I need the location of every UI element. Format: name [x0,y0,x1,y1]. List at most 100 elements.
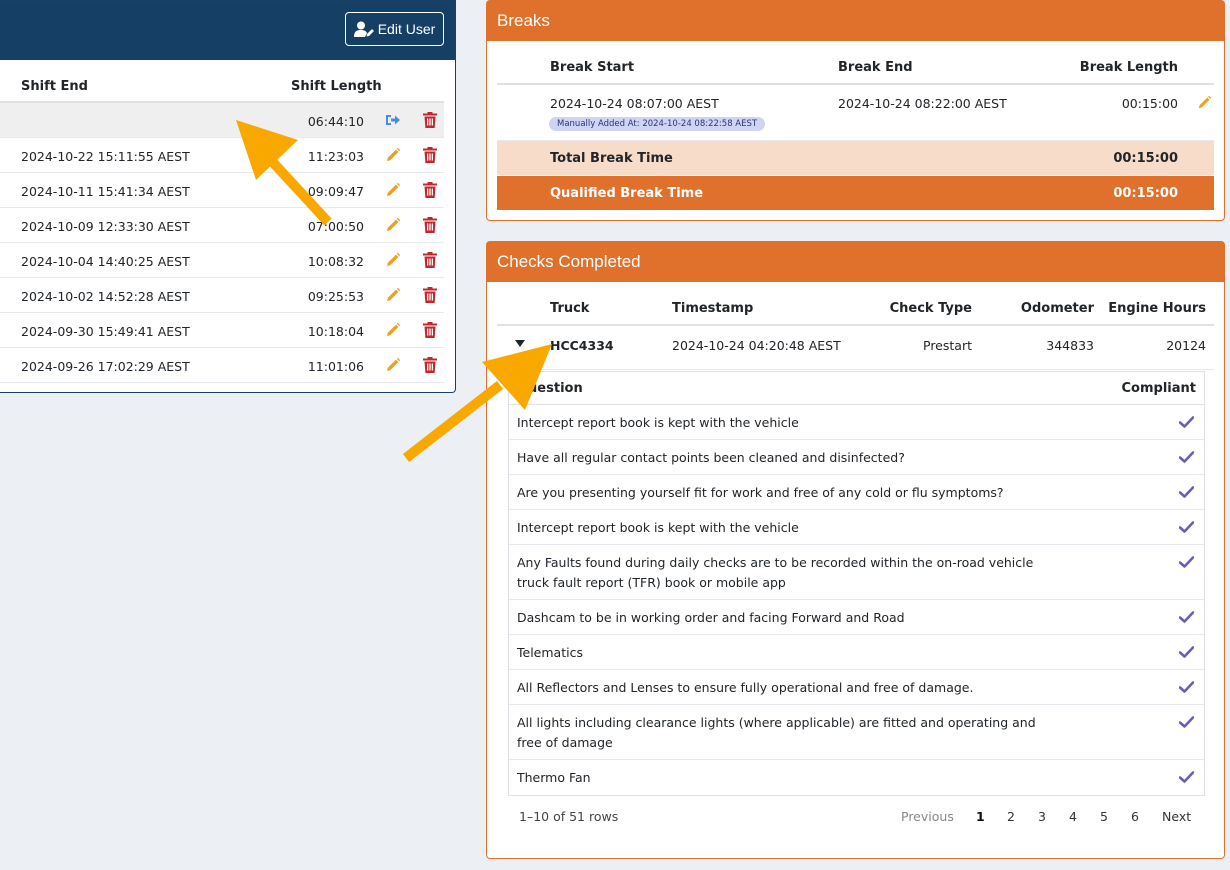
page-6[interactable]: 6 [1131,809,1139,824]
total-break-row: Total Break Time 00:15:00 [497,141,1214,176]
question-text: All lights including clearance lights (w… [517,715,1036,750]
col-question[interactable]: Question [517,381,583,396]
shifts-column-header: Shift End Shift Length [0,60,444,103]
pencil-icon[interactable] [385,357,401,373]
shift-end: 2024-10-22 15:11:55 AEST [21,149,190,164]
sign-out-icon[interactable] [385,112,401,128]
break-start: 2024-10-24 08:07:00 AEST [550,96,719,111]
engine-hours: 20124 [1166,338,1206,353]
questions-body: Intercept report book is kept with the v… [509,405,1204,795]
question-text: Have all regular contact points been cle… [517,450,905,465]
table-row: 2024-10-22 15:11:55 AEST 11:23:03 [0,138,444,173]
col-odometer[interactable]: Odometer [1021,301,1094,316]
page-1[interactable]: 1 [976,809,985,824]
shift-length: 10:08:32 [307,254,364,269]
trash-icon[interactable] [423,322,437,338]
trash-icon[interactable] [423,217,437,233]
edit-user-label: Edit User [377,21,436,37]
qualified-break-row: Qualified Break Time 00:15:00 [497,176,1214,210]
col-break-length[interactable]: Break Length [1080,60,1178,75]
shift-end: 2024-10-11 15:41:34 AEST [21,184,190,199]
check-icon [1179,556,1194,568]
shift-length: 11:01:06 [307,359,364,374]
page-2[interactable]: 2 [1007,809,1015,824]
question-text: Intercept report book is kept with the v… [517,415,799,430]
pencil-icon[interactable] [385,287,401,303]
col-truck[interactable]: Truck [550,301,589,316]
pencil-icon[interactable] [385,252,401,268]
table-row: 2024-10-02 14:52:28 AEST 09:25:53 [0,278,444,313]
pencil-icon[interactable] [385,322,401,338]
col-shift-length[interactable]: Shift Length [291,79,382,94]
shift-length: 11:23:03 [307,149,364,164]
col-engine-hours[interactable]: Engine Hours [1108,301,1206,316]
questions-table: Question Compliant Intercept report book… [508,371,1205,796]
table-row: Have all regular contact points been cle… [509,440,1204,475]
collapse-caret-icon[interactable] [515,340,525,347]
pagination: 1–10 of 51 rows Previous 1 2 3 4 5 6 Nex… [487,806,1224,826]
shift-length: 07:00:50 [307,219,364,234]
col-compliant[interactable]: Compliant [1122,381,1196,396]
page-5[interactable]: 5 [1100,809,1108,824]
shift-end: 2024-09-30 15:49:41 AEST [21,324,190,339]
pencil-icon[interactable] [385,182,401,198]
table-row: All lights including clearance lights (w… [509,705,1204,760]
trash-icon[interactable] [423,112,437,128]
page-3[interactable]: 3 [1038,809,1046,824]
table-row: 2024-09-30 15:49:41 AEST 10:18:04 [0,313,444,348]
breaks-card: Breaks Break Start Break End Break Lengt… [486,0,1225,221]
question-text: Intercept report book is kept with the v… [517,520,799,535]
col-timestamp[interactable]: Timestamp [672,301,753,316]
checks-card: Checks Completed Truck Timestamp Check T… [486,241,1225,859]
check-icon [1179,646,1194,658]
table-row: 2024-10-11 15:41:34 AEST 09:09:47 [0,173,444,208]
total-break-value: 00:15:00 [1113,151,1178,166]
table-row: 2024-10-09 12:33:30 AEST 07:00:50 [0,208,444,243]
pencil-icon[interactable] [385,147,401,163]
question-text: Telematics [517,645,583,660]
break-end: 2024-10-24 08:22:00 AEST [838,96,1007,111]
trash-icon[interactable] [423,147,437,163]
table-row: Dashcam to be in working order and facin… [509,600,1204,635]
table-row: 06:44:10 [0,103,444,138]
manual-added-badge: Manually Added At: 2024-10-24 08:22:58 A… [549,117,766,131]
pencil-icon[interactable] [1197,95,1212,110]
shifts-panel: Edit User Shift End Shift Length 06:44:1… [0,0,456,393]
break-row: 2024-10-24 08:07:00 AEST Manually Added … [497,85,1214,141]
trash-icon[interactable] [423,182,437,198]
col-break-start[interactable]: Break Start [550,60,634,75]
col-break-end[interactable]: Break End [838,60,913,75]
pagination-previous[interactable]: Previous [901,809,954,824]
table-row: Any Faults found during daily checks are… [509,545,1204,600]
page-4[interactable]: 4 [1069,809,1077,824]
col-check-type[interactable]: Check Type [890,301,972,316]
check-icon [1179,611,1194,623]
question-text: Thermo Fan [517,770,591,785]
shift-end: 2024-09-26 17:02:29 AEST [21,359,190,374]
checks-title: Checks Completed [487,242,1224,282]
break-length: 00:15:00 [1121,96,1178,111]
questions-header: Question Compliant [509,372,1204,405]
question-text: All Reflectors and Lenses to ensure full… [517,680,974,695]
table-row: Telematics [509,635,1204,670]
table-row: Intercept report book is kept with the v… [509,405,1204,440]
table-row: All Reflectors and Lenses to ensure full… [509,670,1204,705]
pagination-next[interactable]: Next [1162,809,1191,824]
breaks-column-header: Break Start Break End Break Length [497,41,1214,85]
col-shift-end[interactable]: Shift End [21,79,88,94]
odometer: 344833 [1046,338,1094,353]
shift-end: 2024-10-09 12:33:30 AEST [21,219,190,234]
trash-icon[interactable] [423,357,437,373]
trash-icon[interactable] [423,252,437,268]
trash-icon[interactable] [423,287,437,303]
shift-end: 2024-10-04 14:40:25 AEST [21,254,190,269]
total-break-label: Total Break Time [550,151,673,166]
shift-length: 09:09:47 [307,184,364,199]
qualified-break-value: 00:15:00 [1113,186,1178,201]
question-text: Any Faults found during daily checks are… [517,555,1034,590]
pencil-icon[interactable] [385,217,401,233]
edit-user-button[interactable]: Edit User [345,12,444,46]
checks-column-header: Truck Timestamp Check Type Odometer Engi… [497,282,1214,326]
shift-length: 09:25:53 [307,289,364,304]
shift-length: 10:18:04 [307,324,364,339]
